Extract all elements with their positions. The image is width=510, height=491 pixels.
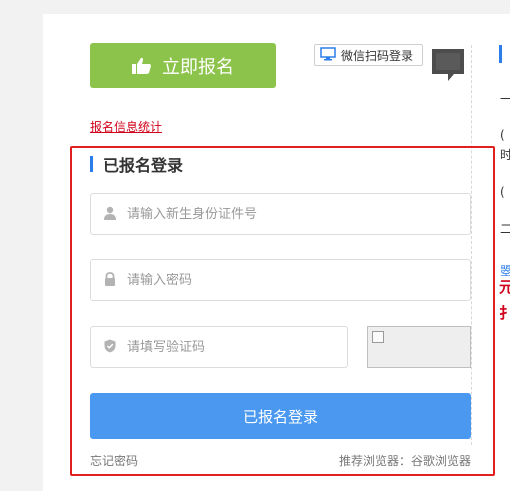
- login-section-title: 已报名登录: [90, 153, 183, 175]
- right-panel-accent: [499, 45, 502, 63]
- id-number-input[interactable]: [127, 206, 427, 222]
- login-section-title-text: 已报名登录: [103, 156, 184, 175]
- right-panel-fragment: 二: [500, 222, 510, 236]
- id-number-field[interactable]: [90, 193, 471, 235]
- right-panel-fragment: (: [500, 128, 505, 142]
- wechat-qr-login-button[interactable]: 微信扫码登录: [314, 44, 423, 66]
- login-submit-button[interactable]: 已报名登录: [90, 393, 471, 439]
- right-panel-fragment: 时: [500, 148, 510, 162]
- thumbs-up-icon: [132, 57, 152, 75]
- right-panel-fragment: 扌: [499, 304, 510, 322]
- captcha-field[interactable]: [90, 326, 348, 368]
- registration-stats-link[interactable]: 报名信息统计: [90, 118, 162, 135]
- password-input[interactable]: [127, 272, 427, 288]
- right-panel-fragment: (: [500, 185, 505, 199]
- user-icon: [103, 205, 117, 224]
- captcha-image[interactable]: [367, 326, 471, 368]
- monitor-icon: [320, 46, 336, 64]
- browser-recommendation: 推荐浏览器：谷歌浏览器: [338, 454, 471, 468]
- lock-icon: [103, 271, 117, 290]
- broken-image-icon: [372, 331, 384, 343]
- title-accent-bar: [90, 156, 93, 172]
- shield-icon: [103, 338, 117, 357]
- right-panel-fragment: 元: [499, 278, 510, 296]
- wechat-qr-login-label: 微信扫码登录: [341, 48, 414, 63]
- password-field[interactable]: [90, 259, 471, 301]
- qr-toggle-icon[interactable]: [428, 44, 468, 84]
- forgot-password-link[interactable]: 忘记密码: [90, 452, 138, 469]
- captcha-input[interactable]: [127, 339, 327, 355]
- register-now-button[interactable]: 立即报名: [90, 43, 276, 88]
- right-panel-fragment: 一: [500, 92, 510, 106]
- register-now-label: 立即报名: [162, 56, 234, 78]
